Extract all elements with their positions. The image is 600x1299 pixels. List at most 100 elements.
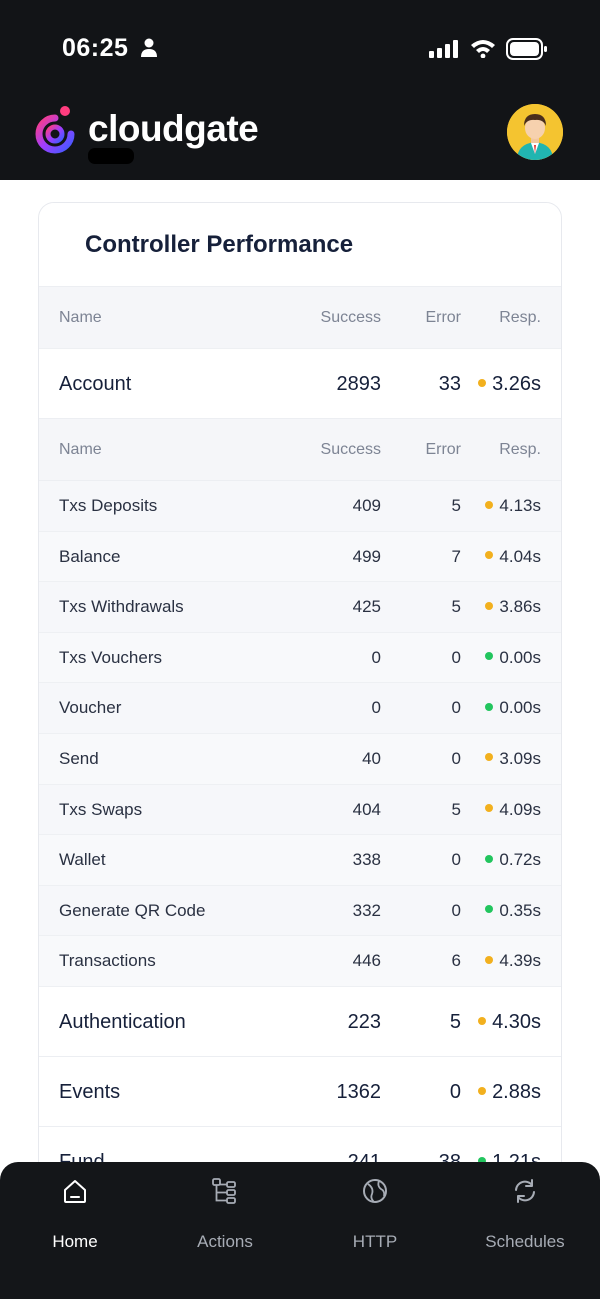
row-resp: 4.13s	[485, 481, 541, 531]
table-row[interactable]: Transactions 446 6 4.39s	[39, 936, 561, 987]
nav-actions[interactable]: Actions	[150, 1176, 300, 1252]
status-dot	[478, 378, 487, 387]
table-row[interactable]: Txs Withdrawals 425 5 3.86s	[39, 582, 561, 633]
col-error: Error	[425, 441, 461, 458]
main-content[interactable]: Controller Performance Name Success Erro…	[0, 180, 600, 1299]
status-dot	[485, 753, 494, 762]
nav-label: Home	[52, 1232, 98, 1251]
redaction-mark	[88, 148, 134, 164]
row-success: 0	[371, 698, 381, 718]
row-error: 0	[451, 748, 461, 768]
col-resp: Resp.	[499, 309, 541, 326]
status-dot	[485, 702, 494, 711]
nav-label: HTTP	[352, 1232, 398, 1251]
group-success: 2893	[336, 373, 382, 395]
status-dot	[478, 1086, 487, 1095]
row-resp-value: 0.72s	[499, 850, 541, 870]
row-resp-value: 4.13s	[499, 496, 541, 515]
account-sub-rows: Txs Deposits 409 5 4.13s Balance 499 7 4.04s Txs…	[39, 481, 561, 987]
group-resp: 4.30s	[478, 987, 541, 1057]
status-dot	[485, 804, 494, 813]
group-resp: 3.26s	[478, 349, 541, 419]
avatar-person-icon	[507, 104, 563, 160]
table-row[interactable]: Txs Swaps 404 5 4.09s	[39, 784, 561, 836]
table-header: Name Success Error Resp.	[39, 287, 561, 349]
table-row[interactable]: Send 40 0 3.09s	[39, 733, 561, 785]
row-resp: 0.72s	[485, 835, 541, 885]
row-error: 0	[451, 850, 461, 870]
row-resp: 4.39s	[485, 936, 541, 986]
group-name: Authentication	[59, 1010, 186, 1033]
row-success: 338	[352, 850, 381, 870]
row-error: 5	[451, 496, 461, 515]
group-name: Events	[59, 1080, 121, 1103]
row-resp-value: 3.09s	[499, 748, 541, 768]
group-error: 33	[438, 373, 461, 395]
group-resp-value: 4.30s	[492, 1010, 541, 1033]
status-dot	[485, 955, 494, 964]
row-resp-value: 4.09s	[499, 799, 541, 819]
row-resp-value: 0.00s	[499, 647, 541, 667]
row-resp: 0.35s	[485, 886, 541, 936]
row-resp-value: 3.86s	[499, 597, 541, 617]
row-resp-value: 4.39s	[499, 951, 541, 971]
row-name: Wallet	[59, 850, 106, 870]
refresh-icon	[515, 1179, 535, 1203]
row-success: 409	[352, 496, 381, 515]
col-success: Success	[320, 309, 381, 326]
col-name: Name	[59, 309, 102, 326]
group-success: 223	[347, 1010, 381, 1033]
col-error: Error	[425, 309, 461, 326]
row-resp: 0.00s	[485, 683, 541, 733]
table-row[interactable]: Wallet 338 0 0.72s	[39, 835, 561, 886]
status-time: 06:25	[62, 34, 129, 62]
status-dot	[485, 551, 494, 560]
status-dot	[485, 905, 494, 914]
row-name: Send	[59, 748, 99, 768]
row-success: 332	[352, 900, 381, 920]
table-row[interactable]: Generate QR Code 332 0 0.35s	[39, 885, 561, 937]
group-row-account[interactable]: Account 2893 33 3.26s	[39, 349, 561, 419]
row-name: Txs Withdrawals	[59, 597, 184, 617]
col-success: Success	[320, 441, 381, 458]
row-name: Transactions	[59, 951, 156, 971]
row-success: 425	[352, 597, 381, 617]
row-success: 499	[352, 546, 381, 566]
row-error: 7	[451, 546, 461, 566]
table-row[interactable]: Txs Deposits 409 5 4.13s	[39, 481, 561, 532]
user-avatar[interactable]	[507, 104, 563, 160]
home-icon	[64, 1180, 86, 1203]
row-name: Txs Swaps	[59, 799, 143, 819]
status-dot	[478, 1016, 487, 1025]
group-success: 1362	[336, 1080, 382, 1103]
card-title: Controller Performance	[39, 203, 561, 287]
controller-performance-card: Controller Performance Name Success Erro…	[38, 202, 562, 1299]
col-name: Name	[59, 441, 102, 458]
row-resp-value: 0.00s	[499, 698, 541, 718]
nav-home[interactable]: Home	[0, 1176, 150, 1252]
nav-schedules[interactable]: Schedules	[450, 1176, 600, 1252]
table-row[interactable]: Voucher 0 0 0.00s	[39, 683, 561, 734]
row-error: 5	[451, 799, 461, 819]
row-resp: 3.09s	[485, 734, 541, 784]
row-success: 446	[352, 951, 381, 971]
row-name: Voucher	[59, 698, 122, 718]
status-dot	[485, 652, 494, 661]
row-success: 0	[371, 647, 381, 667]
group-error: 5	[449, 1010, 461, 1033]
group-row-authentication[interactable]: Authentication 223 5 4.30s	[39, 986, 561, 1057]
group-row-events[interactable]: Events 1362 0 2.88s	[39, 1056, 561, 1127]
col-resp: Resp.	[499, 441, 541, 458]
table-row[interactable]: Balance 499 7 4.04s	[39, 531, 561, 583]
nav-http[interactable]: HTTP	[300, 1176, 450, 1252]
status-dot	[485, 854, 494, 863]
brand-name: cloudgate	[88, 108, 259, 149]
battery-icon	[506, 38, 547, 60]
row-error: 0	[451, 698, 461, 718]
group-resp-value: 2.88s	[492, 1080, 541, 1103]
bottom-nav: Home Actions HTTP Schedules	[0, 1162, 600, 1299]
table-row[interactable]: Txs Vouchers 0 0 0.00s	[39, 632, 561, 684]
row-resp: 3.86s	[485, 582, 541, 632]
cloudgate-logo-icon	[35, 106, 75, 154]
row-name: Generate QR Code	[59, 900, 206, 920]
